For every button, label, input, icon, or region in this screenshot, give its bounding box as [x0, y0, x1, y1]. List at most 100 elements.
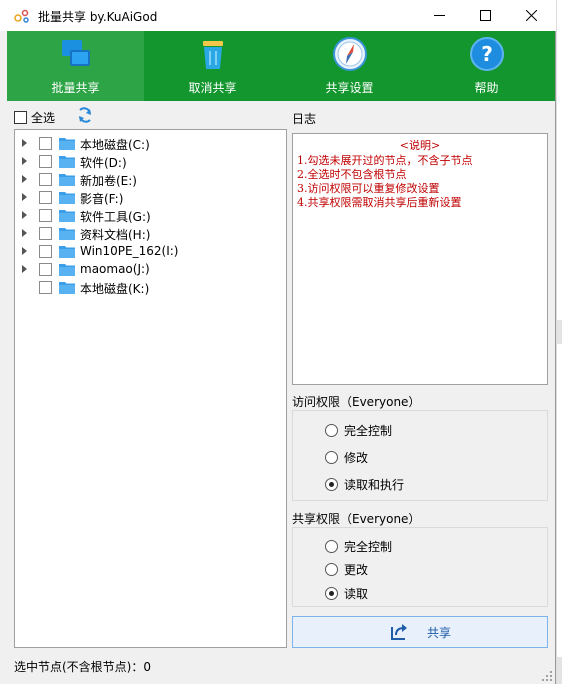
folder-icon	[59, 282, 75, 294]
expand-arrow-icon[interactable]	[22, 211, 27, 219]
log-label: 日志	[292, 112, 317, 126]
expand-arrow-icon[interactable]	[22, 139, 27, 147]
tree-node[interactable]: 新加卷(E:)	[15, 171, 275, 189]
node-checkbox[interactable]	[39, 155, 52, 168]
folder-icon	[59, 174, 75, 186]
background-window-edge	[556, 0, 562, 684]
share-option-change[interactable]: 更改	[325, 561, 368, 578]
tree-node-label: 本地磁盘(C:)	[80, 138, 150, 152]
toolbar-label: 帮助	[474, 81, 499, 95]
access-permission-group: 完全控制 修改 读取和执行	[292, 410, 548, 501]
expand-arrow-icon[interactable]	[22, 193, 27, 201]
tree-node-label: 影音(F:)	[80, 192, 124, 206]
node-checkbox[interactable]	[39, 281, 52, 294]
select-all-checkbox[interactable]: 全选	[14, 109, 55, 126]
access-option-modify[interactable]: 修改	[325, 449, 368, 466]
help-icon: ?	[469, 37, 504, 71]
access-option-full-control[interactable]: 完全控制	[325, 422, 392, 439]
title-bar: 批量共享 by.KuAiGod	[0, 0, 556, 31]
expand-arrow-icon[interactable]	[22, 229, 27, 237]
toolbar-label: 批量共享	[51, 81, 100, 95]
expand-arrow-icon[interactable]	[22, 175, 27, 183]
radio-label: 读取和执行	[344, 478, 405, 492]
refresh-icon[interactable]	[77, 107, 93, 124]
node-checkbox[interactable]	[39, 245, 52, 258]
radio-button[interactable]	[325, 563, 338, 576]
folder-icon	[59, 210, 75, 222]
expand-arrow-icon[interactable]	[22, 247, 27, 255]
node-checkbox[interactable]	[39, 173, 52, 186]
tree-node[interactable]: 软件(D:)	[15, 153, 275, 171]
close-button[interactable]	[508, 0, 554, 31]
windows-share-icon	[61, 40, 90, 66]
folder-icon	[59, 138, 75, 150]
node-checkbox[interactable]	[39, 263, 52, 276]
folder-icon	[59, 264, 75, 276]
radio-button-selected[interactable]	[325, 587, 338, 600]
node-checkbox[interactable]	[39, 191, 52, 204]
select-all-label: 全选	[31, 111, 56, 125]
expand-arrow-icon[interactable]	[22, 265, 27, 273]
compass-icon	[332, 37, 367, 71]
tree-node[interactable]: maomao(J:)	[15, 261, 275, 279]
share-option-read[interactable]: 读取	[325, 585, 368, 602]
tree-node[interactable]: 本地磁盘(K:)	[15, 279, 275, 297]
radio-label: 更改	[344, 563, 369, 577]
tree-node-label: 软件工具(G:)	[80, 210, 151, 224]
radio-button[interactable]	[325, 424, 338, 437]
background-scrollbar-thumb	[557, 320, 562, 344]
window-title: 批量共享 by.KuAiGod	[38, 10, 158, 24]
radio-button-selected[interactable]	[325, 478, 338, 491]
log-title: <说明>	[399, 139, 441, 152]
checkbox[interactable]	[14, 111, 27, 124]
folder-icon	[59, 192, 75, 204]
trash-bin-icon	[202, 41, 223, 69]
toolbar-share-settings[interactable]: 共享设置	[281, 31, 418, 101]
radio-button[interactable]	[325, 451, 338, 464]
node-checkbox[interactable]	[39, 209, 52, 222]
tree-node-label: 本地磁盘(K:)	[80, 282, 150, 296]
share-arrow-icon	[390, 624, 407, 640]
radio-label: 完全控制	[344, 424, 393, 438]
tree-node[interactable]: 软件工具(G:)	[15, 207, 275, 225]
toolbar-label: 取消共享	[188, 81, 237, 95]
maximize-icon	[479, 10, 491, 21]
tree-node[interactable]: Win10PE_162(I:)	[15, 243, 275, 261]
minimize-button[interactable]	[416, 0, 462, 31]
toolbar-help[interactable]: ? 帮助	[418, 31, 555, 101]
main-toolbar: 批量共享 取消共享 共享设置 ? 帮助	[7, 31, 555, 101]
share-button[interactable]: 共享	[292, 616, 548, 648]
radio-button[interactable]	[325, 540, 338, 553]
toolbar-label: 共享设置	[325, 81, 374, 95]
maximize-button[interactable]	[462, 0, 508, 31]
minimize-icon	[433, 15, 445, 16]
node-checkbox[interactable]	[39, 137, 52, 150]
toolbar-cancel-share[interactable]: 取消共享	[144, 31, 281, 101]
status-bar-text: 选中节点(不含根节点)：0	[14, 660, 151, 674]
close-icon	[525, 10, 537, 21]
tree-node-label: maomao(J:)	[80, 262, 150, 276]
resize-grip-icon[interactable]	[541, 670, 553, 682]
share-button-label: 共享	[426, 625, 451, 640]
app-logo-icon	[14, 9, 29, 23]
log-line: 4.共享权限需取消共享后重新设置	[297, 196, 462, 209]
access-permission-label: 访问权限（Everyone）	[292, 395, 421, 409]
radio-label: 读取	[344, 587, 369, 601]
svg-text:?: ?	[481, 42, 493, 66]
expand-arrow-icon[interactable]	[22, 157, 27, 165]
access-option-read-execute[interactable]: 读取和执行	[325, 476, 404, 493]
node-checkbox[interactable]	[39, 227, 52, 240]
folder-icon	[59, 246, 75, 258]
folder-icon	[59, 228, 75, 240]
folder-tree[interactable]: 本地磁盘(C:) 软件(D:) 新加卷(E:) 影音(F:) 软件工具(G:) 资料文档(…	[14, 129, 287, 648]
tree-node-label: 新加卷(E:)	[80, 174, 137, 188]
tree-node[interactable]: 本地磁盘(C:)	[15, 135, 275, 153]
folder-icon	[59, 156, 75, 168]
tree-node-label: Win10PE_162(I:)	[80, 244, 179, 258]
tree-node[interactable]: 影音(F:)	[15, 189, 275, 207]
app-window: 批量共享 by.KuAiGod 批量共享 取消共享 共享设置 ? 帮助 全选 本…	[0, 0, 556, 684]
tree-node[interactable]: 资料文档(H:)	[15, 225, 275, 243]
tree-node-label: 软件(D:)	[80, 156, 127, 170]
share-option-full-control[interactable]: 完全控制	[325, 538, 392, 555]
toolbar-batch-share[interactable]: 批量共享	[7, 31, 144, 101]
